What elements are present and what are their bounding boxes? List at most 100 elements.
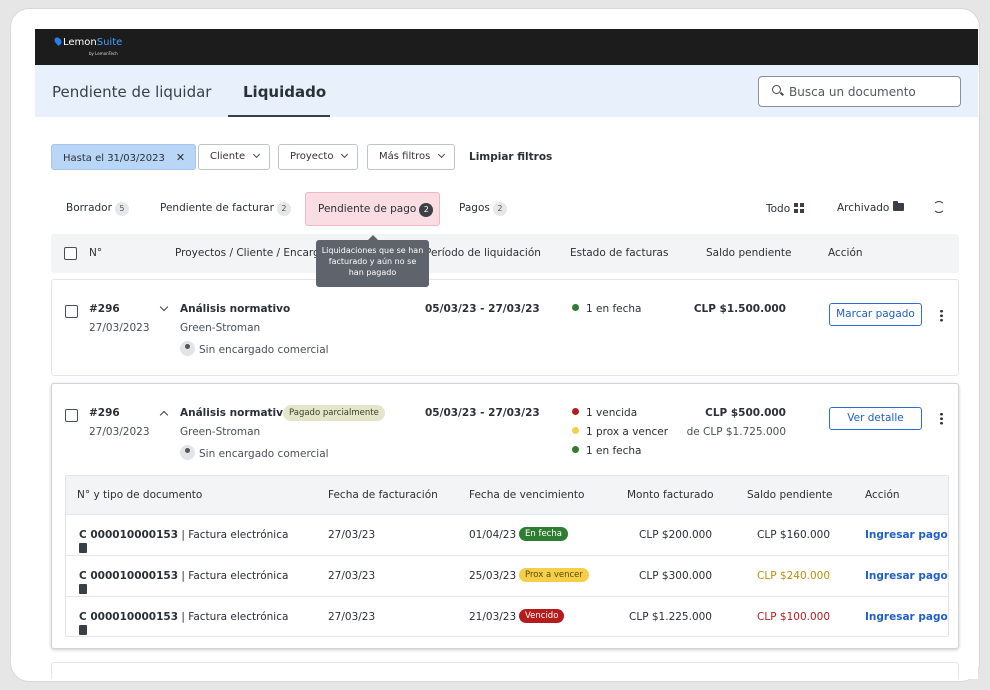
- period: 05/03/23 - 27/03/23: [425, 407, 540, 419]
- enter-payment-link[interactable]: Ingresar pago: [865, 570, 948, 582]
- manager: Sin encargado comercial: [180, 442, 329, 460]
- logo-byline: by LemonTech: [89, 51, 118, 56]
- document-row: C 000010000153 | Factura electrónica 27/…: [66, 596, 948, 637]
- row-id: #296: [89, 303, 120, 315]
- user-icon: [180, 341, 195, 356]
- billed-amount: CLP $300.000: [639, 570, 712, 582]
- row-checkbox[interactable]: [65, 305, 78, 318]
- doc-cell: C 000010000153 | Factura electrónica: [79, 570, 288, 594]
- invoice-status: 1 en fecha: [572, 445, 642, 457]
- archived-button[interactable]: Archivado: [837, 201, 905, 214]
- main-tabs-bar: Pendiente de liquidar Liquidado: [35, 65, 978, 117]
- subtab-borrador[interactable]: Borrador 5: [66, 202, 129, 216]
- chevron-down-icon: [438, 150, 446, 159]
- tab-pendiente-liquidar[interactable]: Pendiente de liquidar: [52, 83, 211, 101]
- project-name: Análisis normativo: [180, 303, 291, 315]
- subtab-label: Pagos: [459, 202, 490, 214]
- due-date: 25/03/23: [469, 570, 517, 582]
- col-doc: N° y tipo de documento: [77, 489, 203, 501]
- subtab-label: Pendiente de pago: [318, 203, 417, 215]
- col-number: N°: [89, 247, 103, 259]
- balance-amount: CLP $500.000: [705, 407, 786, 419]
- doc-number: C 000010000153: [79, 529, 179, 541]
- subtab-pendiente-pago[interactable]: Pendiente de pago 2: [305, 192, 440, 226]
- search-icon: [772, 85, 781, 94]
- due-date: 21/03/23: [469, 611, 517, 623]
- doc-number: C 000010000153: [79, 570, 179, 582]
- count-badge: 5: [114, 202, 129, 216]
- row-id: #296: [89, 407, 120, 419]
- search-box[interactable]: [758, 76, 961, 107]
- col-balance: Saldo pendiente: [747, 489, 833, 501]
- documents-table-header: N° y tipo de documento Fecha de facturac…: [66, 476, 948, 514]
- status-badge: Pagado parcialmente: [283, 405, 385, 421]
- more-filters-dropdown[interactable]: Más filtros: [367, 144, 456, 170]
- client-filter-dropdown[interactable]: Cliente: [198, 144, 271, 170]
- view-all-button[interactable]: Todo: [766, 202, 805, 215]
- invoice-status: 1 en fecha: [572, 303, 642, 315]
- grid-icon: [794, 203, 805, 213]
- app-logo: LemonSuite by LemonTech: [53, 36, 123, 59]
- document-row: C 000010000153 | Factura electrónica 27/…: [66, 555, 948, 596]
- view-detail-button[interactable]: Ver detalle: [829, 407, 922, 430]
- document-row: C 000010000153 | Factura electrónica 27/…: [66, 514, 948, 555]
- more-options-icon[interactable]: [940, 412, 943, 425]
- more-options-icon[interactable]: [940, 309, 943, 322]
- logo-text-suite: Suite: [96, 37, 123, 48]
- table-header: N° Proyectos / Cliente / Encargado Perío…: [51, 234, 959, 273]
- enter-payment-link[interactable]: Ingresar pago: [865, 611, 948, 623]
- document-icon: [79, 543, 87, 553]
- top-bar: LemonSuite by LemonTech: [35, 29, 978, 65]
- subtab-pagos[interactable]: Pagos 2: [459, 202, 507, 216]
- row-date: 27/03/2023: [89, 322, 150, 334]
- status-dot-yellow: [572, 427, 579, 434]
- client-name: Green-Stroman: [180, 426, 261, 438]
- manager-label: Sin encargado comercial: [199, 344, 329, 356]
- col-projects: Proyectos / Cliente / Encargado: [175, 247, 340, 259]
- client-name: Green-Stroman: [180, 322, 261, 334]
- count-badge: 2: [276, 202, 291, 216]
- chevron-up-icon[interactable]: [159, 410, 169, 420]
- invoice-status: 1 prox a vencer: [572, 426, 668, 438]
- clear-filters-button[interactable]: Limpiar filtros: [469, 151, 552, 163]
- subtab-pendiente-facturar[interactable]: Pendiente de facturar 2: [160, 202, 291, 216]
- manager: Sin encargado comercial: [180, 338, 329, 356]
- period: 05/03/23 - 27/03/23: [425, 303, 540, 315]
- row-date: 27/03/2023: [89, 426, 150, 438]
- subtab-label: Pendiente de facturar: [160, 202, 274, 214]
- billed-amount: CLP $200.000: [639, 529, 712, 541]
- status-badge: En fecha: [519, 527, 568, 541]
- col-action: Acción: [828, 247, 863, 259]
- chevron-down-icon[interactable]: [159, 302, 169, 312]
- enter-payment-link[interactable]: Ingresar pago: [865, 529, 948, 541]
- status-text: 1 en fecha: [586, 445, 642, 457]
- status-text: 1 vencida: [586, 407, 638, 419]
- select-all-checkbox[interactable]: [64, 247, 77, 260]
- close-icon[interactable]: ✕: [176, 151, 185, 164]
- date-filter-label: Hasta el 31/03/2023: [63, 153, 165, 164]
- status-badge: Prox a vencer: [519, 568, 589, 582]
- count-badge: 2: [419, 203, 434, 217]
- status-text: 1 prox a vencer: [586, 426, 669, 438]
- doc-type: | Factura electrónica: [181, 529, 289, 541]
- client-filter-label: Cliente: [210, 151, 246, 162]
- project-filter-dropdown[interactable]: Proyecto: [278, 144, 359, 170]
- row-checkbox[interactable]: [65, 409, 78, 422]
- table-row-expanded: #296 27/03/2023 Análisis normativo Pagad…: [51, 383, 959, 649]
- date-filter-chip[interactable]: Hasta el 31/03/2023 ✕: [51, 144, 197, 170]
- mark-paid-button[interactable]: Marcar pagado: [829, 303, 922, 326]
- subtab-label: Borrador: [66, 202, 112, 214]
- tab-liquidado[interactable]: Liquidado: [243, 83, 326, 101]
- col-due-date: Fecha de vencimiento: [469, 489, 585, 501]
- balance-amount: CLP $1.500.000: [693, 303, 786, 315]
- col-billing-date: Fecha de facturación: [328, 489, 438, 501]
- chevron-down-icon: [341, 150, 349, 159]
- col-billed: Monto facturado: [627, 489, 714, 501]
- document-icon: [79, 625, 87, 635]
- search-input[interactable]: [789, 83, 954, 101]
- lemon-drop-icon: [53, 36, 63, 46]
- invoice-status: 1 vencida: [572, 407, 637, 419]
- refresh-icon[interactable]: [933, 201, 945, 213]
- more-filters-label: Más filtros: [379, 151, 431, 162]
- view-all-label: Todo: [766, 203, 791, 215]
